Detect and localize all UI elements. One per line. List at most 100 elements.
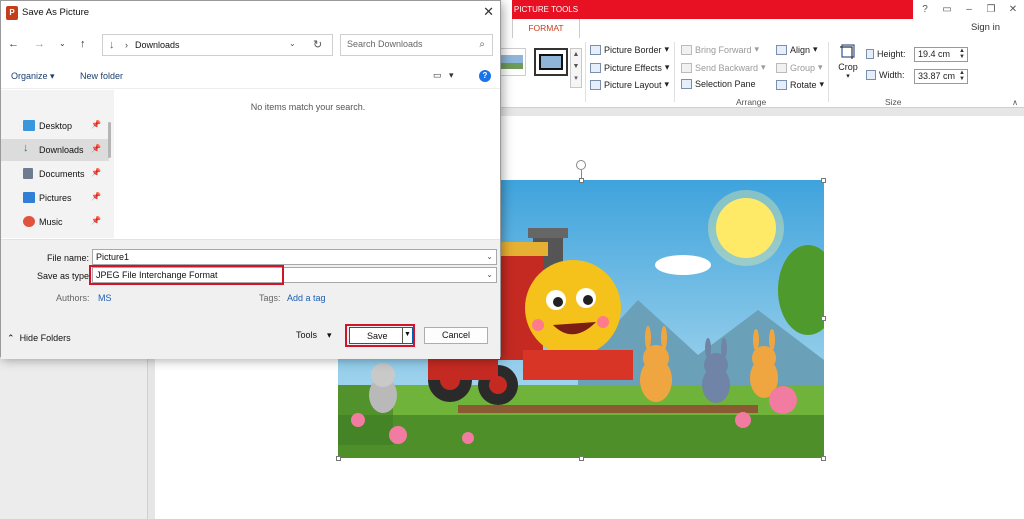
empty-results-message: No items match your search. — [250, 102, 366, 112]
file-name-label: File name: — [47, 253, 90, 263]
contextual-tab-band — [580, 0, 913, 19]
help-icon[interactable]: ? — [479, 70, 491, 82]
picture-border-icon — [590, 44, 601, 55]
resize-handle-mr[interactable] — [821, 316, 826, 321]
dialog-toolbar: Organize ▾ New folder ▭ ▾ ? — [1, 65, 500, 89]
authors-label: Authors: — [56, 293, 90, 303]
rotate-handle[interactable] — [576, 160, 586, 170]
file-name-field[interactable]: Picture1 ⌄ — [92, 249, 497, 265]
authors-value[interactable]: MS — [98, 293, 112, 303]
pin-icon: 📌 — [91, 168, 101, 177]
resize-handle-tr[interactable] — [821, 178, 826, 183]
nav-item-downloads[interactable]: ↓ Downloads 📌 — [1, 139, 109, 161]
sign-in-link[interactable]: Sign in — [971, 22, 1000, 33]
height-label: Height: — [866, 49, 906, 59]
cancel-button[interactable]: Cancel — [424, 327, 488, 344]
navigation-pane: Desktop 📌 ↓ Downloads 📌 Documents 📌 Pict… — [1, 90, 114, 238]
group-icon — [776, 62, 787, 73]
minimize-icon[interactable]: – — [958, 0, 980, 20]
send-backward-icon — [681, 62, 692, 73]
tags-label: Tags: — [259, 293, 281, 303]
pin-icon: 📌 — [91, 120, 101, 129]
pictures-icon — [23, 192, 35, 203]
new-folder-button[interactable]: New folder — [80, 71, 123, 81]
crop-icon — [840, 44, 855, 59]
address-dropdown-icon[interactable]: ⌄ — [289, 39, 296, 48]
back-arrow-icon[interactable]: ← — [8, 38, 19, 50]
picture-effects-icon — [590, 62, 601, 73]
picture-style-thumb-selected[interactable] — [534, 48, 568, 76]
align-button[interactable]: Align ▾ — [776, 44, 818, 55]
view-options-button[interactable]: ▭ ▾ — [433, 70, 454, 81]
help-icon[interactable]: ? — [914, 0, 936, 20]
nav-item-pictures[interactable]: Pictures 📌 — [1, 187, 109, 209]
navigation-bar: ← → ⌄ ↑ ↓ › Downloads ⌄ ↻ ⌕ — [1, 30, 500, 60]
resize-handle-bl[interactable] — [336, 456, 341, 461]
group-button[interactable]: Group ▾ — [776, 62, 823, 73]
save-as-type-dropdown-icon[interactable]: ⌄ — [486, 268, 493, 282]
bring-forward-button[interactable]: Bring Forward ▾ — [681, 44, 759, 55]
nav-item-music[interactable]: Music 📌 — [1, 211, 109, 233]
up-arrow-icon[interactable]: ↑ — [80, 38, 86, 50]
view-dropdown-icon: ▾ — [449, 70, 454, 80]
nav-item-documents[interactable]: Documents 📌 — [1, 163, 109, 185]
rotate-icon — [776, 79, 787, 90]
view-icon: ▭ — [433, 70, 442, 80]
close-icon[interactable]: ✕ — [1002, 0, 1024, 20]
save-button-highlight — [345, 324, 415, 347]
height-input[interactable]: 19.4 cm ▲ ▼ — [914, 47, 968, 62]
collapse-ribbon-icon[interactable]: ∧ — [1012, 98, 1018, 107]
dialog-title: Save As Picture — [22, 7, 90, 18]
restore-icon[interactable]: ❐ — [980, 0, 1002, 20]
nav-item-desktop[interactable]: Desktop 📌 — [1, 115, 109, 137]
ribbon-display-icon[interactable]: ▭ — [936, 0, 958, 20]
address-bar[interactable]: ↓ › Downloads ⌄ ↻ — [102, 34, 333, 56]
save-as-type-label: Save as type: — [37, 271, 92, 281]
crop-button[interactable]: Crop ▾ — [836, 42, 860, 80]
resize-handle-br[interactable] — [821, 456, 826, 461]
breadcrumb-chevron-icon: › — [125, 40, 128, 50]
picture-tools-label: PICTURE TOOLS — [512, 0, 580, 19]
downloads-icon: ↓ — [109, 39, 115, 51]
resize-handle-bc[interactable] — [579, 456, 584, 461]
pin-icon: 📌 — [91, 144, 101, 153]
size-group-label: Size — [885, 97, 902, 107]
picture-effects-button[interactable]: Picture Effects ▾ — [590, 62, 669, 73]
search-input[interactable] — [347, 39, 467, 49]
picture-border-button[interactable]: Picture Border ▾ — [590, 44, 669, 55]
send-backward-button[interactable]: Send Backward ▾ — [681, 62, 766, 73]
selection-pane-button[interactable]: Selection Pane — [681, 79, 756, 89]
tools-button[interactable]: Tools ▾ — [296, 330, 332, 341]
navigation-pane-scrollbar[interactable] — [108, 122, 111, 158]
save-as-type-highlight — [89, 265, 284, 285]
tab-format[interactable]: FORMAT — [512, 19, 580, 38]
powerpoint-app-icon: P — [6, 6, 18, 20]
refresh-icon[interactable]: ↻ — [313, 38, 322, 51]
width-input[interactable]: 33.87 cm ▲ ▼ — [914, 69, 968, 84]
dialog-close-icon[interactable]: ✕ — [483, 5, 494, 19]
height-icon — [866, 49, 874, 59]
resize-handle-tc[interactable] — [579, 178, 584, 183]
recent-locations-chevron-icon[interactable]: ⌄ — [59, 38, 66, 50]
hide-folders-button[interactable]: ⌃ Hide Folders — [7, 333, 71, 344]
forward-arrow-icon[interactable]: → — [34, 38, 45, 50]
music-icon — [23, 216, 35, 227]
picture-layout-button[interactable]: Picture Layout ▾ — [590, 79, 669, 90]
dialog-titlebar: P Save As Picture ✕ — [1, 1, 500, 25]
search-icon[interactable]: ⌕ — [479, 39, 485, 50]
chevron-up-icon: ⌃ — [7, 333, 15, 343]
documents-icon — [23, 168, 33, 179]
organize-button[interactable]: Organize ▾ — [11, 71, 55, 82]
tags-value[interactable]: Add a tag — [287, 293, 326, 303]
rotate-button[interactable]: Rotate ▾ — [776, 79, 824, 90]
save-as-picture-dialog: P Save As Picture ✕ ← → ⌄ ↑ ↓ › Download… — [0, 0, 501, 359]
pin-icon: 📌 — [91, 216, 101, 225]
pin-icon: 📌 — [91, 192, 101, 201]
styles-gallery-scroll[interactable]: ▲ ▼ ▾ — [570, 48, 582, 88]
tools-dropdown-icon: ▾ — [327, 330, 332, 340]
file-name-dropdown-icon[interactable]: ⌄ — [486, 250, 493, 264]
search-box[interactable]: ⌕ — [340, 34, 493, 56]
align-icon — [776, 44, 787, 55]
address-path[interactable]: Downloads — [135, 40, 180, 50]
arrange-group-label: Arrange — [736, 97, 767, 107]
